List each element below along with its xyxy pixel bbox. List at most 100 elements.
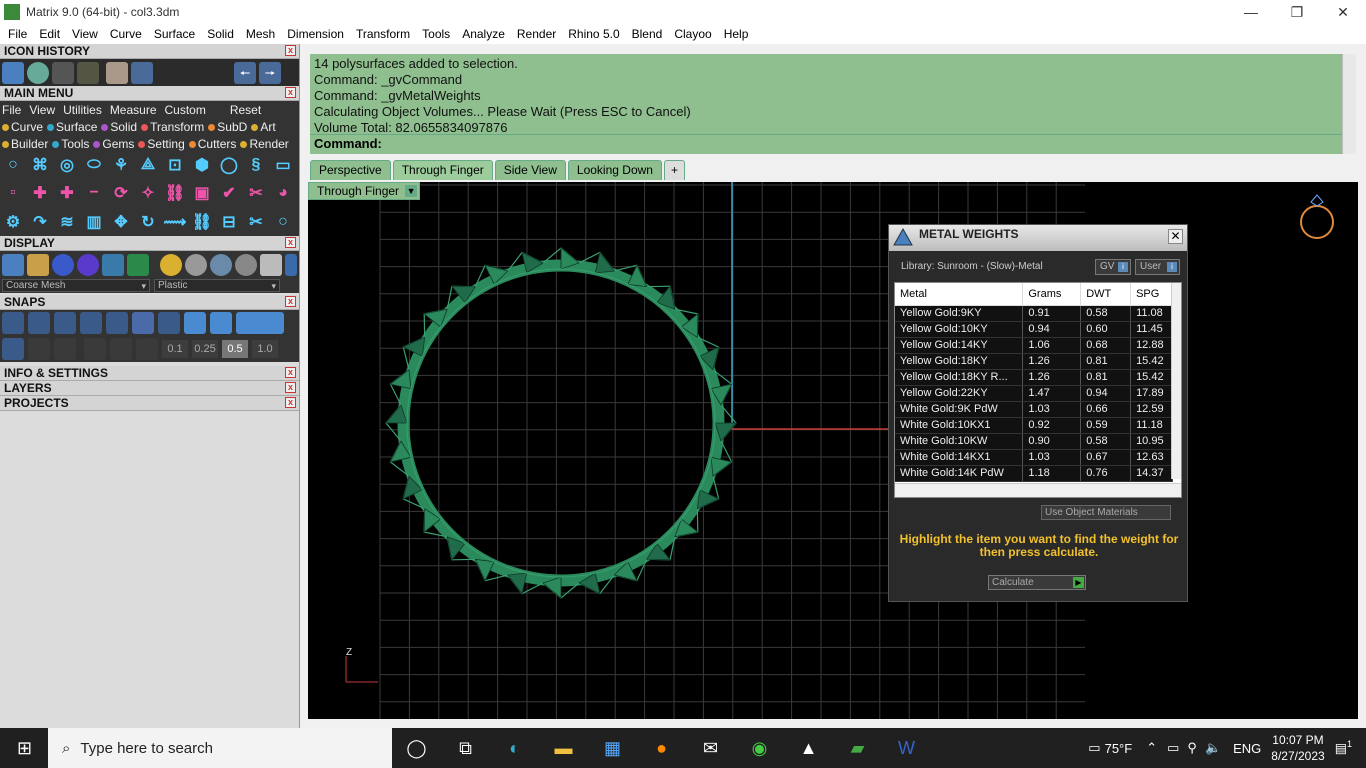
xray-icon[interactable] — [102, 254, 124, 276]
wave-icon[interactable]: ⬭ — [83, 154, 105, 176]
file-explorer-icon[interactable]: ▬ — [539, 728, 588, 768]
snap-mid-icon[interactable] — [80, 312, 102, 334]
table-row[interactable]: White Gold:10KX1 0.92 0.59 11.18 — [895, 417, 1173, 434]
tab-side-view[interactable]: Side View — [494, 160, 566, 180]
display-header[interactable]: DISPLAY x — [0, 236, 299, 251]
snaps-header[interactable]: SNAPS x — [0, 295, 299, 310]
line-snap-icon[interactable] — [54, 338, 76, 360]
main-menu-utilities[interactable]: Utilities — [63, 103, 102, 117]
category-tools[interactable]: Tools — [52, 137, 89, 151]
taskbar-search[interactable]: ⌕ Type here to search — [48, 728, 392, 768]
snap-near-icon[interactable] — [28, 312, 50, 334]
snap-quad-icon[interactable] — [210, 312, 232, 334]
viewport-label[interactable]: Through Finger ▼ — [308, 182, 421, 200]
pencil-tool-icon[interactable] — [77, 61, 99, 84]
main-menu-reset[interactable]: Reset — [230, 103, 261, 117]
edge-icon[interactable]: ◐ — [490, 728, 539, 768]
clock[interactable]: 10:07 PM 8/27/2023 — [1271, 732, 1324, 764]
menu-dimension[interactable]: Dimension — [281, 24, 350, 44]
grid-tool-icon[interactable] — [106, 61, 128, 84]
menu-blend[interactable]: Blend — [626, 24, 669, 44]
table-row[interactable]: Yellow Gold:9KY 0.91 0.58 11.08 — [895, 305, 1173, 322]
word-icon[interactable]: W — [882, 728, 931, 768]
menu-help[interactable]: Help — [718, 24, 755, 44]
metal-table-vscroll[interactable] — [1171, 283, 1181, 479]
chevron-down-icon[interactable]: ▼ — [405, 185, 418, 197]
hatch-snap-icon[interactable] — [84, 338, 106, 360]
helix-icon[interactable]: ⌘ — [29, 154, 51, 176]
split-icon[interactable]: ⊟ — [218, 211, 240, 233]
category-art[interactable]: Art — [251, 120, 276, 134]
snap-end-icon[interactable] — [2, 312, 24, 334]
minimize-button[interactable]: — — [1228, 0, 1274, 24]
ring-2-icon[interactable]: ◯ — [218, 154, 240, 176]
wireframe-icon[interactable] — [2, 254, 24, 276]
chrome-material-icon[interactable] — [210, 254, 232, 276]
viewport[interactable]: Z — [308, 182, 1358, 719]
main-menu-measure[interactable]: Measure — [110, 103, 157, 117]
gear-icon[interactable]: ⚙ — [2, 211, 24, 233]
close-icon[interactable]: x — [285, 296, 296, 307]
menu-analyze[interactable]: Analyze — [456, 24, 511, 44]
store-icon[interactable]: ▦ — [588, 728, 637, 768]
measure-tool-icon[interactable] — [52, 61, 74, 84]
windows-start-icon[interactable]: ⊞ — [0, 728, 49, 768]
menu-rhino-5-0[interactable]: Rhino 5.0 — [562, 24, 625, 44]
command-input[interactable]: Command: — [310, 134, 1342, 152]
category-render[interactable]: Render — [240, 137, 289, 151]
menu-render[interactable]: Render — [511, 24, 562, 44]
weather-temp[interactable]: 75°F — [1105, 741, 1133, 756]
back-arrow-icon[interactable]: 🠔 — [234, 61, 256, 84]
rotate-icon[interactable]: ↻ — [137, 211, 159, 233]
gold-material-icon[interactable] — [160, 254, 182, 276]
weather-icon[interactable]: ▭ — [1088, 740, 1100, 756]
table-row[interactable]: White Gold:14K PdW 1.18 0.76 14.37 — [895, 465, 1173, 482]
minus-icon[interactable]: − — [83, 182, 105, 204]
category-setting[interactable]: Setting — [138, 137, 185, 151]
category-gems[interactable]: Gems — [93, 137, 134, 151]
menu-surface[interactable]: Surface — [148, 24, 201, 44]
snap-cen-icon[interactable] — [106, 312, 128, 334]
close-icon[interactable]: x — [285, 382, 296, 393]
network-icon[interactable]: ⚲ — [1187, 740, 1197, 756]
circle-icon[interactable]: ○ — [2, 154, 24, 176]
shaded-icon[interactable] — [52, 254, 74, 276]
add-point-icon[interactable]: ✚ — [29, 182, 51, 204]
silver-material-icon[interactable] — [185, 254, 207, 276]
table-row[interactable]: Yellow Gold:10KY 0.94 0.60 11.45 — [895, 321, 1173, 338]
column-header-grams[interactable]: Grams — [1022, 283, 1082, 306]
menu-solid[interactable]: Solid — [201, 24, 240, 44]
projects-header[interactable]: PROJECTS x — [0, 396, 299, 411]
gem-tool-icon[interactable] — [2, 61, 24, 84]
menu-edit[interactable]: Edit — [33, 24, 66, 44]
menu-clayoo[interactable]: Clayoo — [668, 24, 717, 44]
menu-view[interactable]: View — [66, 24, 104, 44]
metal-table-hscroll[interactable] — [895, 483, 1181, 497]
material-select[interactable]: Plastic — [154, 279, 280, 292]
shield-icon[interactable]: ⬢ — [191, 154, 213, 176]
calculate-button[interactable]: Calculate ▶ — [988, 575, 1086, 590]
close-icon[interactable]: ✕ — [1168, 229, 1183, 244]
table-row[interactable]: White Gold:14KX1 1.03 0.67 12.63 — [895, 449, 1173, 466]
use-object-materials-select[interactable]: Use Object Materials — [1041, 505, 1171, 520]
menu-transform[interactable]: Transform — [350, 24, 416, 44]
category-curve[interactable]: Curve — [2, 120, 43, 134]
globe-tool-icon[interactable] — [27, 61, 49, 84]
snap-perp-icon[interactable] — [158, 312, 180, 334]
add-curve-icon[interactable]: ✚ — [56, 182, 78, 204]
menu-curve[interactable]: Curve — [104, 24, 148, 44]
close-icon[interactable]: x — [285, 45, 296, 56]
platinum-material-icon[interactable] — [235, 254, 257, 276]
point-tool-icon[interactable]: ▫ — [2, 182, 24, 204]
chrome-icon[interactable]: ◉ — [735, 728, 784, 768]
table-row[interactable]: Yellow Gold:22KY 1.47 0.94 17.89 — [895, 385, 1173, 402]
render-mode-icon[interactable] — [27, 254, 49, 276]
table-row[interactable]: White Gold:10KW 0.90 0.58 10.95 — [895, 433, 1173, 450]
menu-file[interactable]: File — [2, 24, 33, 44]
tab-perspective[interactable]: Perspective — [310, 160, 391, 180]
snap-value-0-25[interactable]: 0.25 — [192, 340, 218, 358]
menu-tools[interactable]: Tools — [416, 24, 456, 44]
gem-cluster-icon[interactable]: ⚘ — [110, 154, 132, 176]
category-solid[interactable]: Solid — [101, 120, 137, 134]
snap-knot-icon[interactable] — [236, 312, 284, 334]
